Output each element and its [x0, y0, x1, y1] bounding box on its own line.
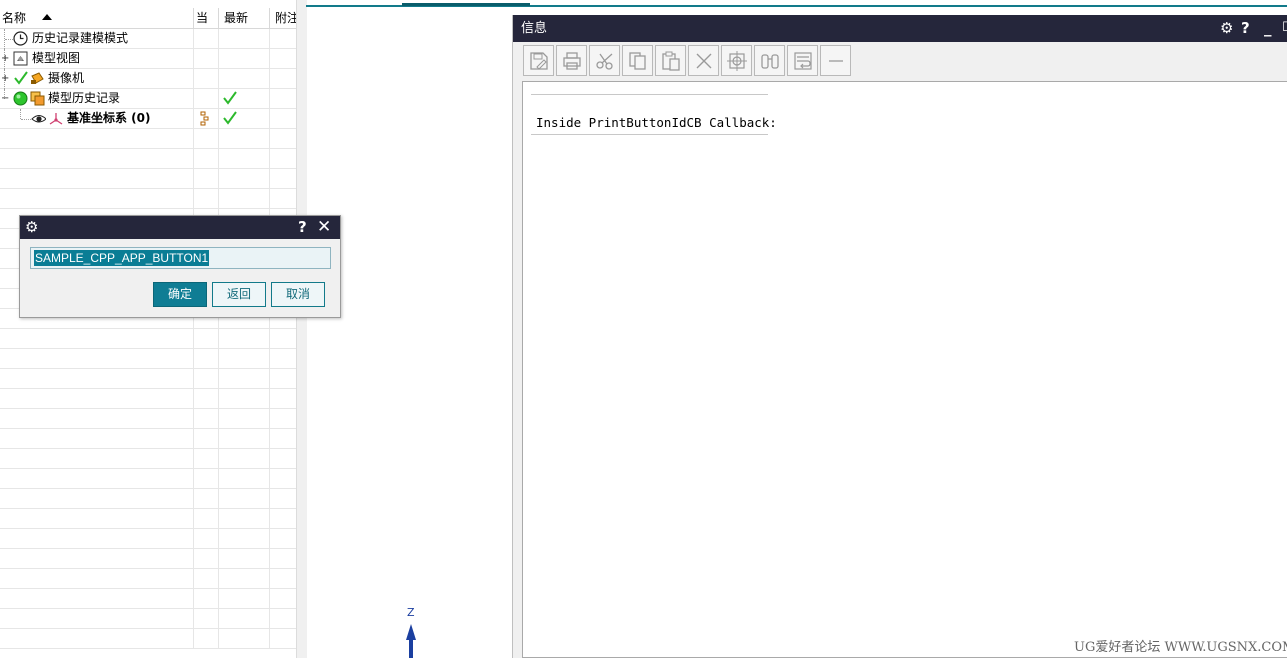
empty-row [0, 489, 296, 509]
latest-checkmark-icon [223, 91, 237, 105]
tree-label-cameras: 摄像机 [48, 71, 85, 85]
model-view-icon [13, 51, 28, 66]
clock-icon [13, 31, 28, 46]
help-icon[interactable]: ? [1241, 19, 1250, 37]
paste-icon [662, 51, 680, 71]
empty-row [0, 409, 296, 429]
empty-row [0, 529, 296, 549]
copy-icon [629, 52, 646, 70]
empty-row [0, 189, 296, 209]
tree-row[interactable]: + 模型视图 [0, 49, 296, 69]
empty-row [0, 169, 296, 189]
gear-icon[interactable]: ⚙ [25, 218, 38, 237]
save-button[interactable] [523, 45, 554, 76]
eye-icon[interactable] [31, 111, 46, 126]
info-window: 信息 ⚙ ? _ ☐ [512, 15, 1287, 658]
navigator-tree: 历史记录建模模式 + 模型视图 + 摄像机 − 模型历史记录 基准坐标系 (0) [0, 29, 296, 649]
empty-row [0, 429, 296, 449]
collapse-icon[interactable]: − [1, 94, 9, 104]
paste-button[interactable] [655, 45, 686, 76]
tree-row[interactable]: 历史记录建模模式 [0, 29, 296, 49]
info-output-text: Inside PrintButtonIdCB Callback: [536, 115, 777, 130]
target-icon [727, 51, 747, 71]
cut-icon [596, 53, 613, 70]
binoculars-icon [761, 54, 779, 69]
dependency-icon [200, 111, 209, 126]
column-current-header[interactable]: 当 [194, 8, 218, 28]
tree-label-model-history: 模型历史记录 [48, 91, 121, 105]
navigator-header: 名称 当 最新 附注 [0, 8, 296, 29]
tree-label-history-mode: 历史记录建模模式 [32, 31, 129, 45]
empty-row [0, 369, 296, 389]
tree-row[interactable]: 基准坐标系 (0) [0, 109, 296, 129]
column-notes-header[interactable]: 附注 [270, 8, 296, 28]
ok-button[interactable]: 确定 [153, 282, 207, 307]
column-latest-header[interactable]: 最新 [219, 8, 269, 28]
cancel-button[interactable]: 取消 [271, 282, 325, 307]
collapse-button[interactable] [820, 45, 851, 76]
save-icon [530, 52, 548, 70]
locate-button[interactable] [721, 45, 752, 76]
tree-row[interactable]: − 模型历史记录 [0, 89, 296, 109]
expand-icon[interactable]: + [1, 74, 9, 84]
empty-row [0, 329, 296, 349]
empty-row [0, 569, 296, 589]
expand-icon[interactable]: + [1, 54, 9, 64]
datum-csys-icon [49, 113, 63, 125]
active-tab-indicator[interactable] [402, 3, 530, 6]
gear-icon[interactable]: ⚙ [1220, 19, 1233, 37]
empty-row [0, 609, 296, 629]
empty-row [0, 129, 296, 149]
copy-button[interactable] [622, 45, 653, 76]
delete-icon [696, 53, 712, 69]
find-button[interactable] [754, 45, 785, 76]
empty-row [0, 449, 296, 469]
empty-row [0, 549, 296, 569]
cut-button[interactable] [589, 45, 620, 76]
empty-row [0, 349, 296, 369]
help-icon[interactable]: ? [298, 218, 307, 237]
string-input-dialog: ⚙ ? ✕ SAMPLE_CPP_APP_BUTTON1 确定 返回 取消 [19, 215, 341, 318]
sort-ascending-icon [42, 14, 52, 20]
divider-line [531, 94, 768, 95]
minus-icon [829, 60, 843, 62]
tree-label-datum-csys: 基准坐标系 (0) [67, 111, 151, 125]
back-button[interactable]: 返回 [212, 282, 266, 307]
selected-input-text: SAMPLE_CPP_APP_BUTTON1 [34, 250, 210, 266]
print-icon [563, 52, 581, 70]
z-axis-arrow-icon [406, 624, 416, 658]
info-text-area[interactable]: Inside PrintButtonIdCB Callback: [522, 81, 1287, 658]
empty-row [0, 469, 296, 489]
history-model-icon [30, 91, 45, 106]
empty-row [0, 389, 296, 409]
navigator-scrollbar[interactable] [296, 0, 307, 658]
watermark-text: UG爱好者论坛 WWW.UGSNX.COM [1074, 640, 1287, 655]
camera-icon [31, 72, 44, 84]
column-name-header[interactable]: 名称 [0, 8, 193, 28]
wrap-icon [794, 52, 812, 70]
empty-row [0, 509, 296, 529]
maximize-icon[interactable]: ☐ [1282, 19, 1287, 37]
empty-row [0, 149, 296, 169]
empty-tree-rows [0, 129, 296, 649]
green-status-icon [13, 91, 28, 106]
delete-button[interactable] [688, 45, 719, 76]
string-input-field[interactable]: SAMPLE_CPP_APP_BUTTON1 [30, 247, 331, 269]
tree-label-model-views: 模型视图 [32, 51, 81, 65]
tree-row[interactable]: + 摄像机 [0, 69, 296, 89]
info-window-title: 信息 [521, 21, 548, 36]
wrap-text-button[interactable] [787, 45, 818, 76]
info-title-bar[interactable]: 信息 ⚙ ? _ ☐ [513, 15, 1287, 42]
empty-row [0, 589, 296, 609]
print-button[interactable] [556, 45, 587, 76]
empty-row [0, 629, 296, 649]
divider-line [531, 134, 768, 135]
part-navigator: 名称 当 最新 附注 历史记录建模模式 + 模型视图 + 摄像机 − 模型历史记… [0, 0, 296, 658]
checkmark-icon [14, 71, 28, 85]
minimize-icon[interactable]: _ [1264, 19, 1272, 37]
close-icon[interactable]: ✕ [317, 218, 331, 237]
latest-checkmark-icon [223, 111, 237, 125]
dialog-title-bar[interactable]: ⚙ ? ✕ [20, 216, 340, 239]
